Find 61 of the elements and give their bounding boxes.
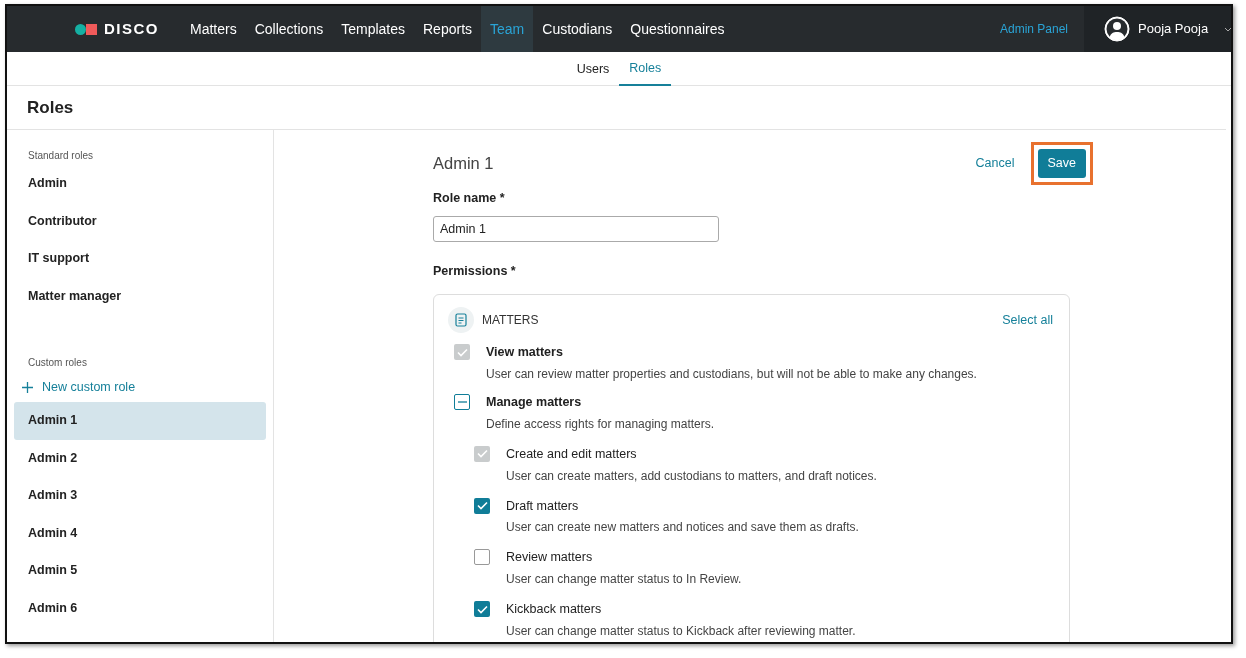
check-icon [456,347,468,357]
check-icon [476,449,488,459]
editor-title: Admin 1 [433,153,494,174]
nav-tab[interactable]: Team [481,6,534,52]
nav-tab[interactable]: Custodians [533,6,622,52]
role-item[interactable]: Admin 6 [14,589,266,627]
group-title: MATTERS [482,312,540,330]
permission-description: User can create new matters and notices and save them as drafts. [506,519,859,537]
document-icon [448,307,474,334]
role-item[interactable]: Admin 1 [14,402,266,440]
checkbox[interactable] [474,601,490,617]
avatar-icon [1104,16,1130,42]
permission-label: Create and edit matters [506,445,638,463]
logo-text: DISCO [104,18,159,39]
role-item[interactable]: Contributor [14,202,266,240]
role-item[interactable]: Matter manager [14,277,266,315]
dash-icon [457,401,467,403]
permission-description: User can change matter status to In Review. [506,571,742,588]
check-icon [476,501,488,510]
permission-description: Define access rights for managing matters. [486,415,715,433]
nav-tab[interactable]: Questionnaires [621,6,734,52]
role-name-input[interactable]: Admin 1 [433,215,719,242]
sub-tab[interactable]: Users [566,52,620,86]
role-item[interactable]: Admin [14,165,266,203]
permission-label: Kickback matters [506,601,603,618]
logo-icon [75,23,100,35]
nav-tab[interactable]: Collections [245,6,333,52]
plus-icon [22,381,33,393]
select-all-link[interactable]: Select all [1002,310,1053,330]
admin-panel-link[interactable]: Admin Panel [999,20,1068,38]
field-label: Role name * [433,189,506,207]
caret-icon [1224,26,1231,32]
role-item[interactable]: IT support [14,240,266,278]
section-heading: Custom roles [27,356,88,370]
permission-label: View matters [486,344,564,362]
new-role-link[interactable]: New custom role [14,372,266,402]
role-item[interactable]: Admin 4 [14,514,266,552]
checkbox[interactable] [474,497,490,514]
role-item[interactable]: Admin 5 [14,552,266,590]
indeterminate-checkbox[interactable] [454,394,470,410]
user-name: Pooja Pooja [1138,20,1209,39]
field-label: Permissions * [433,262,517,280]
nav-tab[interactable]: Templates [332,6,414,52]
permission-label: Draft matters [506,497,580,515]
permission-label: Manage matters [486,394,583,411]
permission-label: Review matters [506,549,594,567]
user-menu[interactable]: Pooja Pooja [1084,6,1231,52]
permission-description: User can change matter status to Kickback after reviewing matter. [506,622,856,640]
cancel-link[interactable]: Cancel [975,154,1015,173]
save-button[interactable]: Save [1037,149,1086,178]
role-item[interactable]: Admin 3 [14,477,266,515]
role-item[interactable]: Admin 2 [14,439,266,477]
check-icon [476,604,488,614]
checkbox[interactable] [474,549,490,566]
page-title: Roles [7,86,1226,130]
sub-tab[interactable]: Roles [619,52,672,86]
nav-tab[interactable]: Reports [414,6,482,52]
section-heading: Standard roles [27,149,95,163]
nav-tab[interactable]: Matters [181,6,246,52]
permission-description: User can create matters, add custodians to matters, and draft notices. [506,467,877,485]
permission-description: User can review matter properties and custodians, but will not be able to make any changes. [486,366,977,383]
